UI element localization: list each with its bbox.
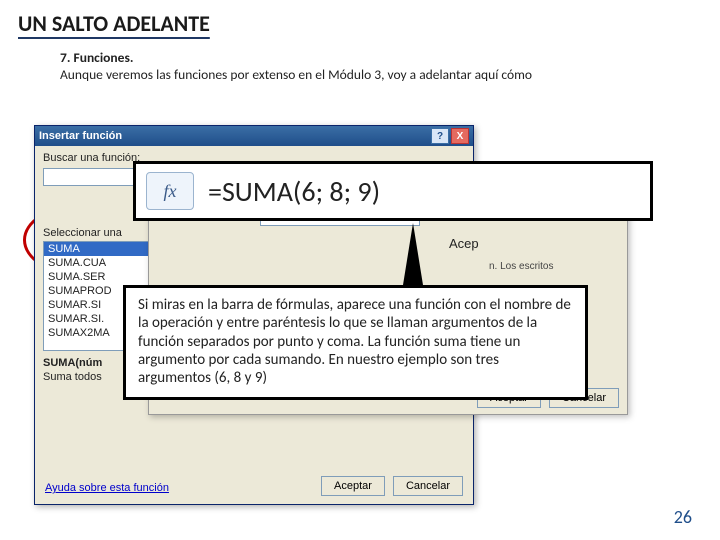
help-icon[interactable]: ? xyxy=(431,128,449,144)
fx-icon[interactable]: fx xyxy=(146,172,194,210)
callout-tail xyxy=(403,223,423,285)
help-link[interactable]: Ayuda sobre esta función xyxy=(45,482,169,494)
screenshot-stack: Insertar función ? X Buscar una función:… xyxy=(28,105,688,495)
section-label: 7. Funciones. xyxy=(60,49,133,66)
close-icon[interactable]: X xyxy=(451,128,469,144)
ok-fragment: Acep xyxy=(449,236,479,251)
cancel-button[interactable]: Cancelar xyxy=(393,476,463,496)
ok-button[interactable]: Aceptar xyxy=(321,476,385,496)
explanation-callout: Si miras en la barra de fórmulas, aparec… xyxy=(123,285,588,400)
page-number: 26 xyxy=(674,506,692,528)
page-title: UN SALTO ADELANTE xyxy=(0,0,720,43)
formula-text: =SUMA(6; 8; 9) xyxy=(208,174,380,209)
formula-bar-callout: fx =SUMA(6; 8; 9) xyxy=(133,161,653,221)
callout-text: Si miras en la barra de fórmulas, aparec… xyxy=(138,296,571,387)
side-note: n. Los escritos xyxy=(489,261,619,272)
intro-text: Aunque veremos las funciones por extenso… xyxy=(60,66,532,83)
intro-block: 7. Funciones. Aunque veremos las funcion… xyxy=(0,43,720,85)
dialog-titlebar: Insertar función ? X xyxy=(35,126,473,146)
dialog-title: Insertar función xyxy=(39,130,122,142)
